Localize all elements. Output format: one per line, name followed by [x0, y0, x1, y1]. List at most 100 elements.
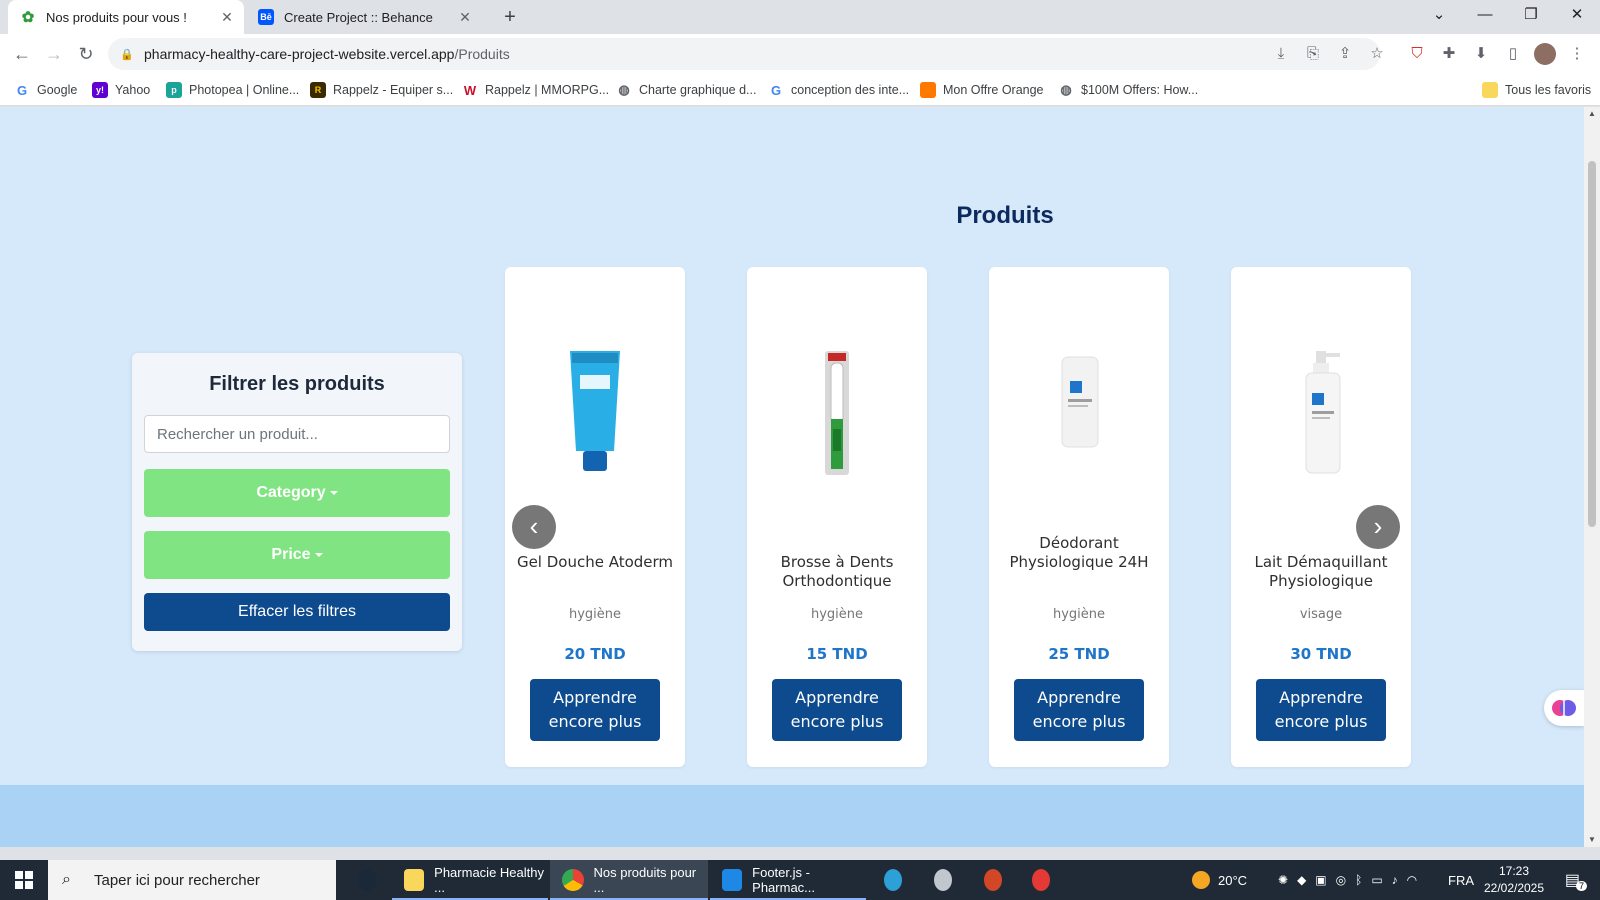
taskbar-edge[interactable] [872, 860, 912, 900]
side-panel-icon[interactable]: ▯ [1502, 43, 1524, 65]
taskbar-clock[interactable]: 17:23 22/02/2025 [1478, 863, 1550, 897]
bookmark-orange[interactable]: Mon Offre Orange [920, 80, 1044, 100]
bookmark-conception[interactable]: Gconception des inte... [768, 80, 909, 100]
extension-shield-icon[interactable]: ⛉ [1406, 43, 1428, 65]
taskbar-pinned-app[interactable] [922, 860, 962, 900]
taskbar-app-label: Nos produits pour ... [593, 865, 697, 895]
taskbar-app-folder[interactable]: Pharmacie Healthy ... [392, 860, 548, 900]
lock-icon[interactable]: 🔒 [120, 48, 134, 61]
vscode-icon [722, 869, 743, 891]
learn-more-button[interactable]: Apprendre encore plus [530, 679, 660, 741]
bluetooth-icon[interactable]: ᛒ [1355, 873, 1371, 887]
install-app-icon[interactable]: ⤓ [1270, 43, 1292, 65]
taskbar-app-vscode[interactable]: Footer.js - Pharmac... [710, 860, 866, 900]
price-dropdown-button[interactable]: Price [144, 531, 450, 579]
notification-center-button[interactable]: ▤ 7 [1556, 860, 1596, 900]
windows-start-button[interactable] [0, 860, 48, 900]
clear-filters-button[interactable]: Effacer les filtres [144, 593, 450, 631]
product-category: hygiène [1052, 607, 1106, 622]
close-tab-icon[interactable]: ✕ [456, 8, 474, 26]
bookmark-all-favorites[interactable]: Tous les favoris [1482, 80, 1591, 100]
reload-button[interactable]: ↻ [72, 40, 100, 68]
product-name: Brosse à Dents Orthodontique [780, 553, 894, 590]
filter-panel: Filtrer les produits Category Price Effa… [132, 353, 462, 651]
bookmark-yahoo[interactable]: y! Yahoo [92, 80, 150, 100]
bookmark-rappelz-equiper[interactable]: R Rappelz - Equiper s... [310, 80, 453, 100]
battery-icon[interactable]: ▭ [1371, 873, 1391, 887]
taskbar-steam[interactable] [346, 860, 386, 900]
product-image-deodorant [1061, 356, 1099, 448]
product-search-input[interactable] [144, 415, 450, 453]
bookmark-photopea[interactable]: p Photopea | Online... [166, 80, 299, 100]
clock-time: 17:23 [1498, 864, 1530, 878]
learn-more-button[interactable]: Apprendre encore plus [1014, 679, 1144, 741]
tab-strip: ✿ Nos produits pour vous ! ✕ Bē Create P… [0, 0, 1600, 34]
taskbar-app-chrome[interactable]: Nos produits pour ... [550, 860, 708, 900]
forward-button[interactable]: → [40, 40, 68, 68]
bookmarks-bar: G Google y! Yahoo p Photopea | Online... RR… [0, 74, 1600, 106]
scrollbar-thumb[interactable] [1588, 161, 1596, 527]
language-indicator[interactable]: FRA [1448, 860, 1474, 900]
tray-app-icon[interactable]: ✺ [1278, 873, 1297, 887]
tray-app-icon[interactable]: ◎ [1336, 873, 1355, 887]
taskbar-powerpoint[interactable] [972, 860, 1012, 900]
share-icon[interactable]: ⇪ [1334, 43, 1356, 65]
tab-behance[interactable]: Bē Create Project :: Behance ✕ [246, 0, 482, 34]
rappelz-icon: R [310, 82, 326, 98]
page-scrollbar[interactable]: ▲ ▼ [1584, 107, 1600, 847]
learn-more-button[interactable]: Apprendre encore plus [1256, 679, 1386, 741]
tab-title: Nos produits pour vous ! [46, 9, 187, 25]
back-button[interactable]: ← [8, 40, 36, 68]
taskbar-wps[interactable] [1020, 860, 1060, 900]
download-icon[interactable]: ⬇ [1470, 43, 1492, 65]
product-price: 20 TND [564, 645, 626, 663]
menu-kebab-icon[interactable]: ⋮ [1566, 43, 1588, 65]
bookmark-label: Rappelz | MMORPG... [485, 83, 610, 97]
bookmark-charte-graphique[interactable]: ◍ Charte graphique d... [616, 80, 756, 100]
bookmark-rappelz-mmorpg[interactable]: W Rappelz | MMORPG... [462, 80, 609, 100]
bookmark-100m-offers[interactable]: ◍ $100M Offers: How... [1058, 80, 1198, 100]
learn-more-button[interactable]: Apprendre encore plus [772, 679, 902, 741]
google-icon: G [770, 82, 782, 98]
taskbar-search-box[interactable]: ⌕ Taper ici pour rechercher [48, 860, 336, 900]
minimize-button[interactable]: — [1462, 0, 1508, 30]
tab-title: Create Project :: Behance [284, 9, 433, 25]
weather-widget[interactable]: 20°C [1192, 860, 1247, 900]
carousel-prev-button[interactable]: ‹ [512, 505, 556, 549]
category-dropdown-button[interactable]: Category [144, 469, 450, 517]
translate-icon[interactable]: ⎘ [1302, 43, 1324, 65]
close-tab-icon[interactable]: ✕ [218, 8, 236, 26]
address-bar[interactable]: 🔒 pharmacy-healthy-care-project-website.… [108, 38, 1380, 70]
url-host: pharmacy-healthy-care-project-website.ve… [144, 46, 455, 62]
product-price: 30 TND [1290, 645, 1352, 663]
tab-search-chevron-icon[interactable]: ⌄ [1416, 0, 1462, 30]
bookmark-label: Tous les favoris [1505, 83, 1592, 97]
bookmark-star-icon[interactable]: ☆ [1366, 43, 1388, 65]
volume-icon[interactable]: ♪ [1392, 873, 1407, 887]
restore-button[interactable]: ❐ [1508, 0, 1554, 30]
bookmark-label: Yahoo [115, 83, 151, 97]
filter-title: Filtrer les produits [209, 373, 385, 395]
bookmark-label: Rappelz - Equiper s... [333, 83, 454, 97]
scroll-down-arrow-icon[interactable]: ▼ [1584, 833, 1600, 847]
sun-icon [1192, 871, 1210, 889]
product-card: Brosse à Dents Orthodontique hygiène 15 … [747, 267, 927, 767]
product-price: 25 TND [1048, 645, 1110, 663]
system-tray-icons[interactable]: ✺ ◆ ▣ ◎ ᛒ ▭ ♪ ◠ [1278, 860, 1426, 900]
wifi-icon[interactable]: ◠ [1407, 873, 1426, 887]
ai-assistant-brain-icon[interactable] [1544, 690, 1584, 726]
carousel-next-button[interactable]: › [1356, 505, 1400, 549]
scroll-up-arrow-icon[interactable]: ▲ [1584, 107, 1600, 121]
bookmark-google[interactable]: G Google [14, 80, 77, 100]
bookmark-label: Charte graphique d... [639, 83, 757, 97]
tab-nos-produits[interactable]: ✿ Nos produits pour vous ! ✕ [8, 0, 244, 34]
tray-app-icon[interactable]: ◆ [1297, 873, 1315, 887]
profile-avatar[interactable] [1534, 43, 1556, 65]
url-text[interactable]: pharmacy-healthy-care-project-website.ve… [144, 46, 510, 62]
close-window-button[interactable]: ✕ [1554, 0, 1600, 30]
extensions-puzzle-icon[interactable]: ✚ [1438, 43, 1460, 65]
price-label: Price [271, 546, 311, 563]
bookmark-label: conception des inte... [791, 83, 910, 97]
new-tab-button[interactable]: + [498, 5, 522, 29]
tray-app-icon[interactable]: ▣ [1315, 873, 1335, 887]
